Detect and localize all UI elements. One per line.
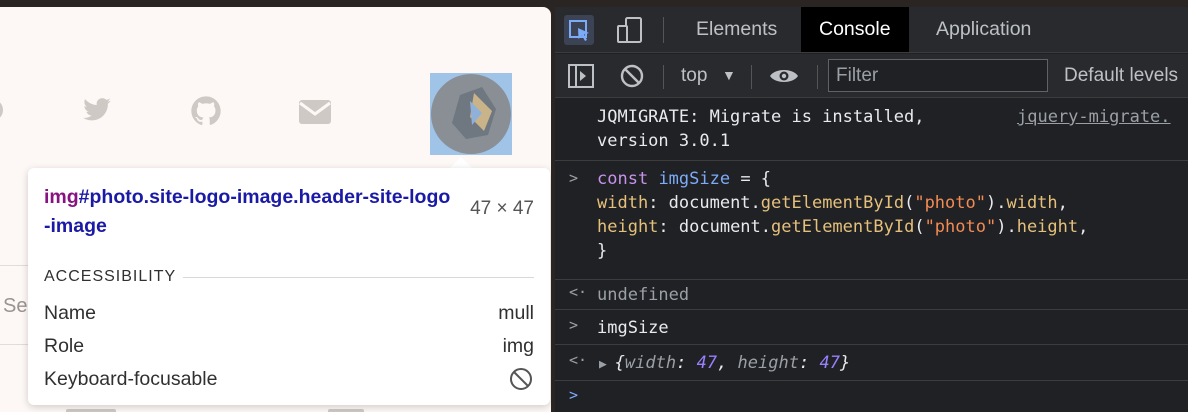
accessibility-row-role: Role img xyxy=(44,335,534,363)
row-value: img xyxy=(502,335,534,357)
tab-application[interactable]: Application xyxy=(918,7,1049,52)
prompt-chevron-icon: > xyxy=(569,169,579,187)
console-input-entry: > imgSize xyxy=(555,310,1188,345)
element-size: 47 × 47 xyxy=(470,198,534,219)
console-result-entry: <· ▶ {width: 47, height: 47} xyxy=(555,345,1188,381)
not-allowed-icon xyxy=(508,366,534,398)
object-preview[interactable]: ▶ {width: 47, height: 47} xyxy=(599,351,850,377)
inspect-tooltip: img#photo.site-logo-image.header-site-lo… xyxy=(28,168,550,405)
search-fragment[interactable]: Se xyxy=(3,295,27,318)
accessibility-row-name: Name mull xyxy=(44,302,534,330)
context-select[interactable]: top xyxy=(681,65,707,87)
console-toolbar: top ▼ Default levels xyxy=(555,54,1188,98)
github-circle-icon[interactable] xyxy=(0,95,8,125)
row-label: Keyboard-focusable xyxy=(44,368,218,390)
source-link[interactable]: jquery-migrate. xyxy=(1017,107,1171,127)
devtools-toolbar: Elements Console Application xyxy=(555,7,1188,53)
message-text: JQMIGRATE: Migrate is installed, version… xyxy=(597,107,925,151)
toolbar-separator xyxy=(663,17,664,43)
console-result-entry: <· undefined xyxy=(555,280,1188,310)
section-divider xyxy=(183,277,534,278)
clear-console-icon[interactable] xyxy=(620,64,644,93)
row-label: Name xyxy=(44,302,97,324)
row-label: Role xyxy=(44,335,85,357)
inspect-element-icon[interactable] xyxy=(564,15,594,45)
selector-tag: img xyxy=(44,186,79,208)
site-logo-image xyxy=(431,74,511,154)
tab-elements[interactable]: Elements xyxy=(678,7,795,52)
console-messages: JQMIGRATE: Migrate is installed, version… xyxy=(555,99,1188,412)
console-message: JQMIGRATE: Migrate is installed, version… xyxy=(555,99,1188,161)
sidebar-toggle-icon[interactable] xyxy=(568,64,594,93)
toolbar-separator xyxy=(817,65,818,89)
console-prompt[interactable]: > xyxy=(555,381,1188,412)
twitter-icon[interactable] xyxy=(80,95,114,125)
page-viewport: Se img#photo.site-logo-image.header-site… xyxy=(0,7,551,412)
log-levels-dropdown[interactable]: Default levels xyxy=(1064,65,1178,87)
github-icon[interactable] xyxy=(190,95,222,127)
caret-down-icon[interactable]: ▼ xyxy=(722,67,736,83)
eye-icon[interactable] xyxy=(769,67,799,90)
element-selector: img#photo.site-logo-image.header-site-lo… xyxy=(44,183,454,241)
toolbar-separator xyxy=(751,65,752,89)
toolbar-separator xyxy=(663,65,664,89)
result-arrow-icon: <· xyxy=(569,351,588,369)
tab-console[interactable]: Console xyxy=(801,7,909,52)
console-input-entry: > const imgSize = { width: document.getE… xyxy=(555,161,1188,280)
accessibility-row-keyboard: Keyboard-focusable xyxy=(44,368,534,396)
filter-box xyxy=(828,59,1048,92)
devtools-panel: Elements Console Application top ▼ Defau… xyxy=(555,7,1188,412)
result-text: undefined xyxy=(597,285,690,305)
site-logo-highlight[interactable] xyxy=(430,73,512,155)
filter-input[interactable] xyxy=(829,60,1047,91)
envelope-icon[interactable] xyxy=(298,99,332,125)
result-arrow-icon: <· xyxy=(569,283,588,301)
expand-triangle-icon: ▶ xyxy=(599,357,615,372)
row-value: mull xyxy=(498,302,534,324)
accessibility-heading: ACCESSIBILITY xyxy=(44,268,177,285)
input-code: const imgSize = { width: document.getEle… xyxy=(597,169,1089,261)
prompt-chevron-icon: > xyxy=(569,386,579,404)
selector-id-classes: #photo.site-logo-image.header-site-logo-… xyxy=(44,186,451,237)
input-code: imgSize xyxy=(597,318,669,338)
prompt-chevron-icon: > xyxy=(569,316,579,334)
device-toolbar-icon[interactable] xyxy=(615,15,645,45)
